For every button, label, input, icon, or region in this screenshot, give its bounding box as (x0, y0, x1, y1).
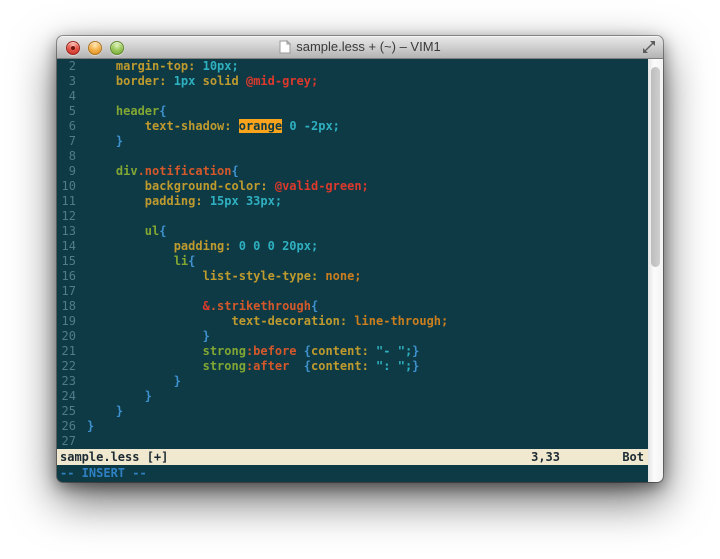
scrollbar-thumb[interactable] (651, 67, 660, 267)
code-text: } (87, 329, 210, 344)
code-text: text-decoration: line-through; (87, 314, 448, 329)
code-text: &.strikethrough{ (87, 299, 318, 314)
code-text: text-shadow: orange 0 -2px; (87, 119, 340, 134)
code-text: div.notification{ (87, 164, 239, 179)
code-line: 26} (57, 419, 648, 434)
status-scroll-position: Bot (622, 449, 644, 465)
line-number: 19 (57, 314, 76, 329)
code-line: 9 div.notification{ (57, 164, 648, 179)
code-line: 3 border: 1px solid @mid-grey; (57, 74, 648, 89)
line-number: 11 (57, 194, 76, 209)
document-icon (279, 40, 291, 54)
line-number: 9 (57, 164, 76, 179)
window-title: sample.less + (~) – VIM1 (57, 36, 663, 58)
code-text: header{ (87, 104, 166, 119)
code-text: strong:after {content: ": ";} (87, 359, 419, 374)
code-text: } (87, 404, 123, 419)
code-text: padding: 15px 33px; (87, 194, 282, 209)
fullscreen-icon[interactable] (642, 40, 656, 54)
line-number: 23 (57, 374, 76, 389)
status-bar: sample.less [+] 3,33 Bot (57, 449, 648, 465)
line-number: 18 (57, 299, 76, 314)
code-line: 19 text-decoration: line-through; (57, 314, 648, 329)
code-line: 12 (57, 209, 648, 224)
line-number: 5 (57, 104, 76, 119)
code-line: 14 padding: 0 0 0 20px; (57, 239, 648, 254)
line-number: 27 (57, 434, 76, 449)
line-number: 17 (57, 284, 76, 299)
code-line: 7 } (57, 134, 648, 149)
status-cursor-position: 3,33 (531, 449, 560, 465)
line-number: 7 (57, 134, 76, 149)
vim-window: sample.less + (~) – VIM1 2 margin-top: 1… (57, 36, 663, 482)
code-line: 22 strong:after {content: ": ";} (57, 359, 648, 374)
line-number: 4 (57, 89, 76, 104)
line-number: 24 (57, 389, 76, 404)
code-line: 11 padding: 15px 33px; (57, 194, 648, 209)
line-number: 10 (57, 179, 76, 194)
line-number: 20 (57, 329, 76, 344)
line-number: 12 (57, 209, 76, 224)
code-line: 2 margin-top: 10px; (57, 59, 648, 74)
scrollbar-track[interactable] (648, 59, 663, 482)
code-area[interactable]: 2 margin-top: 10px;3 border: 1px solid @… (57, 59, 648, 449)
code-line: 5 header{ (57, 104, 648, 119)
code-text: } (87, 419, 94, 434)
code-line: 27 (57, 434, 648, 449)
line-number: 21 (57, 344, 76, 359)
code-line: 24 } (57, 389, 648, 404)
code-text: li{ (87, 254, 195, 269)
mode-line: -- INSERT -- (57, 465, 648, 482)
line-number: 25 (57, 404, 76, 419)
code-line: 15 li{ (57, 254, 648, 269)
code-text: margin-top: 10px; (87, 59, 239, 74)
line-number: 8 (57, 149, 76, 164)
code-line: 21 strong:before {content: "- ";} (57, 344, 648, 359)
line-number: 15 (57, 254, 76, 269)
code-line: 25 } (57, 404, 648, 419)
code-line: 6 text-shadow: orange 0 -2px; (57, 119, 648, 134)
code-text: border: 1px solid @mid-grey; (87, 74, 318, 89)
code-line: 16 list-style-type: none; (57, 269, 648, 284)
code-text: background-color: @valid-green; (87, 179, 369, 194)
code-text: } (87, 374, 181, 389)
code-line: 23 } (57, 374, 648, 389)
code-line: 20 } (57, 329, 648, 344)
code-text: } (87, 134, 123, 149)
line-number: 14 (57, 239, 76, 254)
status-file-name: sample.less [+] (60, 449, 168, 465)
code-line: 18 &.strikethrough{ (57, 299, 648, 314)
code-text: strong:before {content: "- ";} (87, 344, 419, 359)
code-line: 17 (57, 284, 648, 299)
code-text: list-style-type: none; (87, 269, 362, 284)
title-bar[interactable]: sample.less + (~) – VIM1 (57, 36, 663, 59)
line-number: 16 (57, 269, 76, 284)
line-number: 26 (57, 419, 76, 434)
line-number: 13 (57, 224, 76, 239)
code-text: ul{ (87, 224, 166, 239)
code-text: padding: 0 0 0 20px; (87, 239, 318, 254)
code-text: } (87, 389, 152, 404)
line-number: 2 (57, 59, 76, 74)
code-line: 13 ul{ (57, 224, 648, 239)
code-line: 8 (57, 149, 648, 164)
window-title-text: sample.less + (~) – VIM1 (296, 39, 441, 54)
code-line: 4 (57, 89, 648, 104)
insert-mode-label: -- INSERT -- (60, 466, 147, 480)
line-number: 3 (57, 74, 76, 89)
code-line: 10 background-color: @valid-green; (57, 179, 648, 194)
line-number: 22 (57, 359, 76, 374)
line-number: 6 (57, 119, 76, 134)
